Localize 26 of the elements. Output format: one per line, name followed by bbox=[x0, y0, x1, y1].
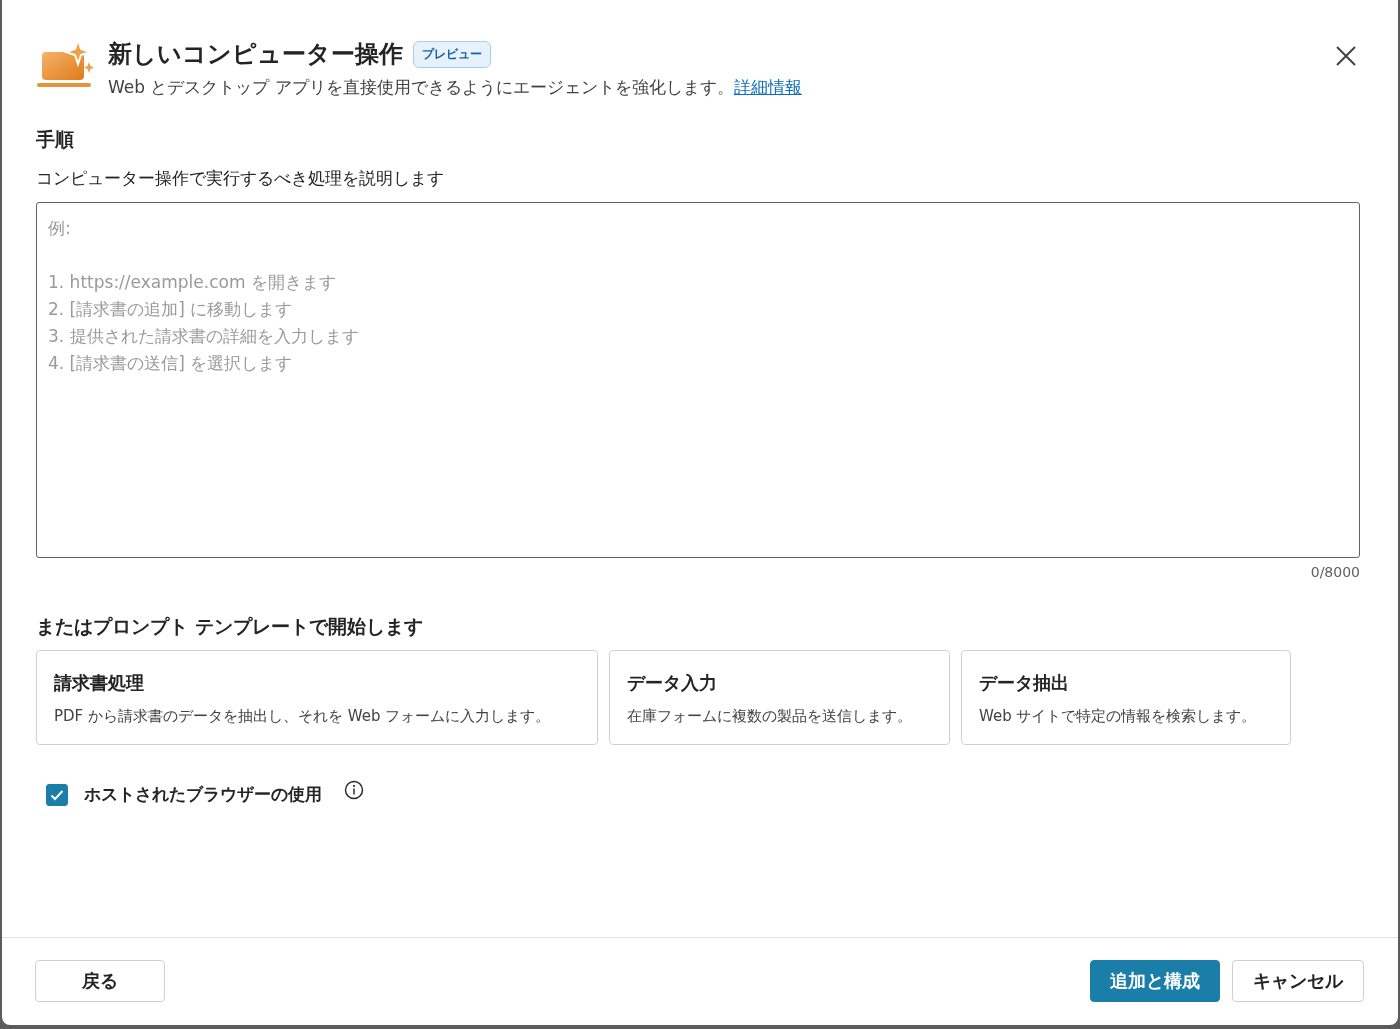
close-icon bbox=[1336, 46, 1356, 66]
card-title: データ抽出 bbox=[979, 671, 1070, 695]
instructions-label: 手順 bbox=[36, 127, 75, 152]
checkbox-label: ホストされたブラウザーの使用 bbox=[84, 783, 322, 806]
instructions-field[interactable]: 例: 1. https://example.com を開きます 2. [請求書の追加] に移動します 3. 提供された請求書の詳細を入力します 4. [請求書の送信] を選択します bbox=[36, 202, 1360, 558]
learn-more-link[interactable]: 詳細情報 bbox=[733, 77, 802, 97]
template-card[interactable]: データ入力 在庫フォームに複数の製品を送信します。 bbox=[609, 650, 950, 745]
add-and-configure-button[interactable]: 追加と構成 bbox=[1090, 960, 1220, 1002]
dialog-subtitle: Web とデスクトップ アプリを直接使用できるようにエージェントを強化します。詳細情報 bbox=[108, 76, 803, 99]
card-title: データ入力 bbox=[627, 671, 718, 695]
checkbox[interactable] bbox=[46, 783, 68, 806]
preview-badge: プレビュー bbox=[413, 40, 491, 68]
template-card[interactable]: 請求書処理 PDF から請求書のデータを抽出し、それを Web フォームに入力します。 bbox=[36, 650, 598, 745]
instructions-description: コンピューター操作で実行するべき処理を説明します bbox=[36, 167, 445, 190]
checkmark-icon bbox=[50, 788, 64, 801]
cancel-button[interactable]: キャンセル bbox=[1232, 960, 1364, 1002]
info-icon[interactable] bbox=[344, 779, 364, 800]
card-description: Web サイトで特定の情報を検索します。 bbox=[979, 707, 1258, 726]
templates-heading: またはプロンプト テンプレートで開始します bbox=[36, 614, 424, 639]
back-button[interactable]: 戻る bbox=[35, 960, 165, 1002]
card-title: 請求書処理 bbox=[54, 671, 145, 695]
template-card[interactable]: データ抽出 Web サイトで特定の情報を検索します。 bbox=[961, 650, 1291, 745]
card-description: 在庫フォームに複数の製品を送信します。 bbox=[627, 707, 913, 726]
character-counter: 0/8000 bbox=[1310, 564, 1360, 580]
card-description: PDF から請求書のデータを抽出し、それを Web フォームに入力します。 bbox=[54, 707, 552, 726]
dialog-title: 新しいコンピューター操作 bbox=[108, 39, 403, 70]
